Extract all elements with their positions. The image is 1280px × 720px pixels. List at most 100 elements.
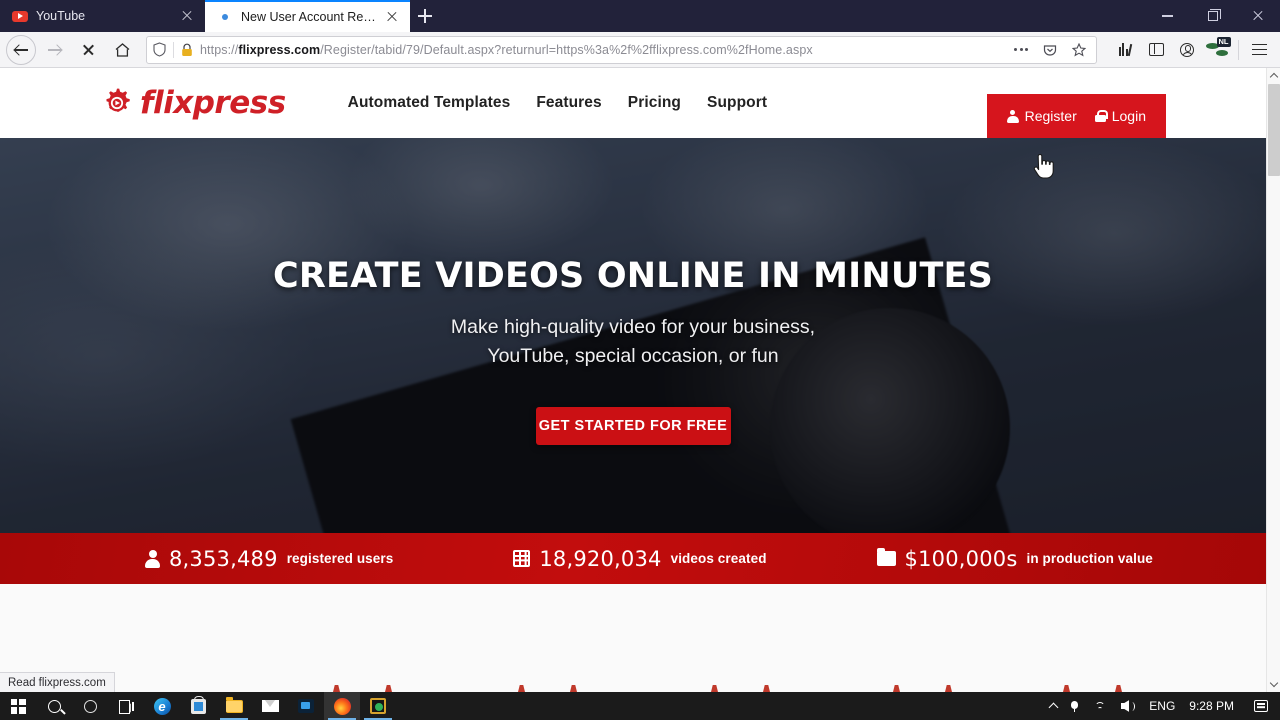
back-arrow-icon[interactable]	[6, 34, 36, 65]
site-logo[interactable]: flixpress	[100, 85, 286, 121]
hero-subtitle-line2: YouTube, special occasion, or fun	[487, 345, 779, 368]
star-icon[interactable]	[1068, 39, 1090, 61]
firefox-icon[interactable]	[324, 692, 360, 720]
url-bar[interactable]: https://flixpress.com/Register/tabid/79/…	[146, 35, 1097, 64]
new-tab-button[interactable]	[410, 0, 440, 32]
scrollbar-thumb[interactable]	[1268, 84, 1280, 176]
browser-window: YouTube New User Account Registration	[0, 0, 1280, 692]
stat-label: in production value	[1026, 551, 1153, 566]
wifi-icon[interactable]	[1086, 692, 1113, 720]
tab-title: YouTube	[36, 9, 86, 23]
notification-icon[interactable]	[1242, 692, 1274, 720]
extension-globe-icon[interactable]: NL	[1203, 35, 1233, 65]
extension-badge: NL	[1216, 37, 1231, 47]
forward-arrow-icon[interactable]	[38, 35, 70, 65]
task-view-icon[interactable]	[108, 692, 144, 720]
chevron-up-icon[interactable]	[1044, 692, 1063, 720]
minimize-icon[interactable]	[1145, 0, 1190, 32]
speaker-icon[interactable]	[1115, 692, 1141, 720]
stat-label: videos created	[670, 551, 767, 566]
logo-text: flixpress	[140, 85, 286, 121]
web-page: flixpress Automated Templates Features P…	[0, 68, 1266, 692]
chevron-down-icon[interactable]	[1267, 676, 1280, 692]
home-icon-svg	[115, 42, 129, 57]
library-icon[interactable]	[1110, 35, 1140, 65]
stat-production-value: $100,000s in production value	[876, 546, 1153, 571]
toolbar-right: NL	[1105, 35, 1274, 65]
stat-videos-created: 18,920,034 videos created	[513, 547, 766, 571]
language-indicator[interactable]: ENG	[1143, 692, 1181, 720]
register-label: Register	[1024, 108, 1077, 124]
url-text[interactable]: https://flixpress.com/Register/tabid/79/…	[200, 43, 1003, 57]
stop-x-icon[interactable]	[72, 35, 104, 65]
login-button[interactable]: Login	[1094, 108, 1146, 124]
microphone-icon[interactable]	[1065, 692, 1084, 720]
site-nav: Automated Templates Features Pricing Sup…	[348, 94, 767, 112]
windows-taskbar: ENG 9:28 PM	[0, 692, 1280, 720]
home-icon[interactable]	[106, 35, 138, 65]
folder-icon	[876, 548, 896, 566]
mouse-cursor	[1032, 153, 1054, 185]
clock[interactable]: 9:28 PM	[1183, 692, 1240, 720]
edge-icon[interactable]	[144, 692, 180, 720]
hero-subtitle-line1: Make high-quality video for your busines…	[450, 316, 816, 338]
mail-icon[interactable]	[252, 692, 288, 720]
nav-link-support[interactable]: Support	[707, 94, 767, 112]
film-icon	[513, 550, 531, 567]
url-separator	[173, 41, 174, 58]
browser-tab-youtube[interactable]: YouTube	[0, 0, 205, 32]
register-button[interactable]: Register	[1006, 108, 1077, 124]
stat-value: 18,920,034	[539, 546, 662, 571]
app-menu-icon[interactable]	[1244, 35, 1274, 65]
pocket-icon[interactable]	[1039, 39, 1061, 61]
search-icon[interactable]	[36, 692, 72, 720]
browser-tab-registration[interactable]: New User Account Registration	[205, 0, 410, 32]
stat-value: 8,353,489	[169, 546, 278, 571]
video-editor-icon[interactable]	[288, 692, 324, 720]
page-viewport: flixpress Automated Templates Features P…	[0, 68, 1280, 692]
below-fold-section	[0, 584, 1266, 692]
auth-button-group: Register Login	[986, 94, 1166, 138]
nav-link-features[interactable]: Features	[536, 94, 601, 112]
hero-title: CREATE VIDEOS ONLINE IN MINUTES	[272, 256, 994, 296]
account-icon[interactable]	[1172, 35, 1202, 65]
status-bar: Read flixpress.com	[0, 672, 115, 692]
page-scrollbar[interactable]	[1266, 68, 1280, 692]
stats-bar: 8,353,489 registered users 18,920,034 vi…	[0, 533, 1266, 584]
login-label: Login	[1111, 108, 1146, 124]
youtube-icon	[12, 8, 28, 24]
hero-content: CREATE VIDEOS ONLINE IN MINUTES Make hig…	[0, 138, 1266, 445]
ellipsis-icon[interactable]	[1010, 39, 1032, 61]
restore-icon[interactable]	[1190, 0, 1235, 32]
tab-title: New User Account Registration	[241, 10, 376, 24]
file-explorer-icon[interactable]	[216, 692, 252, 720]
stat-label: registered users	[286, 551, 394, 566]
tab-strip: YouTube New User Account Registration	[0, 0, 1280, 32]
nav-link-pricing[interactable]: Pricing	[628, 94, 681, 112]
window-controls	[1145, 0, 1280, 32]
nav-link-automated-templates[interactable]: Automated Templates	[348, 94, 511, 112]
close-icon[interactable]	[384, 9, 400, 25]
lock-icon	[1094, 109, 1108, 123]
system-tray: ENG 9:28 PM	[1044, 692, 1280, 720]
stat-value: $100,000s	[904, 546, 1018, 571]
loading-dot-icon	[217, 9, 233, 25]
close-icon[interactable]	[1235, 0, 1280, 32]
site-header: flixpress Automated Templates Features P…	[0, 68, 1266, 138]
chevron-up-icon[interactable]	[1267, 68, 1280, 84]
microsoft-store-icon[interactable]	[180, 692, 216, 720]
sidebar-icon[interactable]	[1141, 35, 1171, 65]
padlock-warning-icon[interactable]	[181, 43, 193, 57]
cortana-icon[interactable]	[72, 692, 108, 720]
navigation-toolbar: https://flixpress.com/Register/tabid/79/…	[0, 32, 1280, 68]
tracking-protection-shield-icon[interactable]	[153, 42, 166, 57]
hero-subtitle: Make high-quality video for your busines…	[0, 313, 1266, 372]
get-started-button[interactable]: GET STARTED FOR FREE	[535, 406, 731, 445]
close-icon[interactable]	[179, 8, 195, 24]
start-button-icon[interactable]	[0, 692, 36, 720]
scrollbar-track[interactable]	[1267, 84, 1280, 676]
screen-capture-icon[interactable]	[360, 692, 396, 720]
user-icon	[145, 550, 160, 568]
toolbar-divider	[1238, 39, 1239, 60]
gear-play-logo-icon	[100, 86, 134, 120]
